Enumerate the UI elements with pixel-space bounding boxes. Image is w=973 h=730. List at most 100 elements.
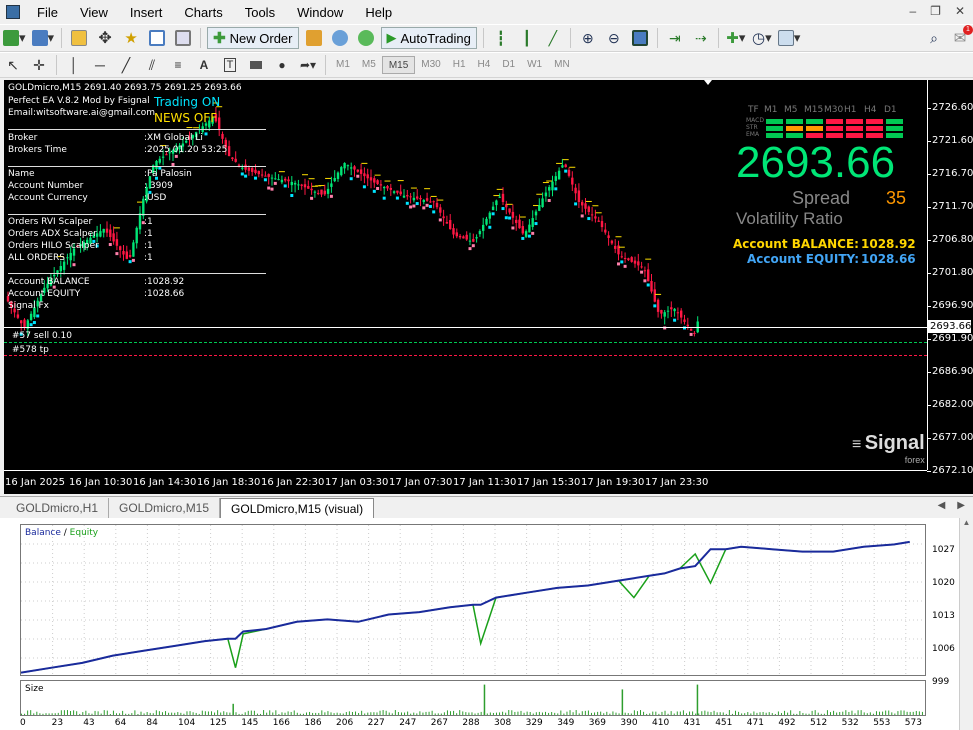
channel-icon[interactable]: ⫽ (141, 54, 163, 76)
size-bar (532, 713, 534, 715)
tab-goldmicro-m15[interactable]: GOLDmicro,M15 (109, 498, 221, 518)
price-axis[interactable]: 2726.60 2721.60 2716.70 2711.70 2706.80 2701.… (926, 80, 973, 476)
size-bar (606, 711, 608, 715)
timeframe-mn[interactable]: MN (548, 56, 576, 74)
candle-body (442, 216, 445, 219)
line-chart-icon[interactable]: ╱ (542, 27, 564, 49)
tab-goldmicro-h1[interactable]: GOLDmicro,H1 (6, 498, 110, 518)
menu-help[interactable]: Help (354, 5, 403, 20)
tp-line[interactable] (4, 342, 927, 343)
sl-line[interactable] (4, 355, 927, 356)
community-icon[interactable] (355, 27, 377, 49)
profiles-icon[interactable]: ▾ (31, 27, 56, 49)
bar-chart-icon[interactable]: ┇ (490, 27, 512, 49)
candle-body (303, 184, 307, 188)
signals-icon[interactable] (329, 27, 351, 49)
fibonacci-icon[interactable]: ≡ (167, 54, 189, 76)
new-order-button[interactable]: ✚ New Order (207, 27, 299, 49)
size-bar (73, 710, 75, 715)
ellipse-icon[interactable]: ● (271, 54, 293, 76)
zoom-out-icon[interactable]: ⊖ (603, 27, 625, 49)
timeframe-h1[interactable]: H1 (447, 56, 472, 74)
chart-shift-marker[interactable] (704, 80, 712, 85)
menu-file[interactable]: File (26, 5, 69, 20)
size-bar (689, 711, 691, 715)
candle-body (16, 314, 20, 318)
minimize-icon[interactable]: – (909, 4, 916, 18)
size-bar (223, 711, 225, 715)
price-tick-label: 2686.90 (926, 366, 973, 377)
report-x-label: 573 (904, 718, 922, 728)
periods-icon[interactable]: ◷ ▾ (751, 27, 773, 49)
restore-icon[interactable]: ❐ (930, 4, 941, 18)
timeframe-m30[interactable]: M30 (415, 56, 446, 74)
tab-scroll-left-icon[interactable]: ◀ (938, 500, 946, 511)
rectangle-icon[interactable] (245, 54, 267, 76)
size-bar (915, 710, 917, 715)
candle-body (241, 167, 244, 169)
size-bar (97, 711, 99, 715)
menu-window[interactable]: Window (286, 5, 354, 20)
timeframe-m1[interactable]: M1 (330, 56, 356, 74)
size-bar (918, 711, 920, 715)
order-line[interactable] (4, 327, 927, 328)
text-icon[interactable]: A (193, 54, 215, 76)
report-scrollbar[interactable]: ▲ (959, 518, 973, 730)
size-bar (891, 712, 893, 715)
size-bar (39, 713, 41, 715)
size-bar (817, 712, 819, 715)
candle-body (267, 174, 270, 177)
templates-icon[interactable]: ▾ (777, 27, 802, 49)
chat-icon[interactable]: ✉ 1 (949, 25, 973, 49)
navigator-icon[interactable]: ★ (120, 27, 142, 49)
timeframe-h4[interactable]: H4 (472, 56, 497, 74)
timeframe-d1[interactable]: D1 (496, 56, 521, 74)
text-label-icon[interactable]: T (219, 54, 241, 76)
price-chart[interactable]: GOLDmicro,M15 2691.40 2693.75 2691.25 26… (4, 80, 973, 494)
size-bar (177, 712, 179, 715)
indicators-icon[interactable]: ✚ ▾ (725, 27, 747, 49)
search-icon[interactable]: ⌕ (923, 27, 945, 49)
timeframe-w1[interactable]: W1 (521, 56, 548, 74)
autoscroll-icon[interactable]: ⇢ (690, 27, 712, 49)
menu-tools[interactable]: Tools (234, 5, 286, 20)
trendline-icon[interactable]: ╱ (115, 54, 137, 76)
menu-view[interactable]: View (69, 5, 119, 20)
cursor-icon[interactable]: ↖ (2, 54, 24, 76)
menu-charts[interactable]: Charts (173, 5, 233, 20)
horizontal-line-icon[interactable]: ─ (89, 54, 111, 76)
close-icon[interactable]: ✕ (955, 4, 965, 18)
report-x-label: 410 (652, 718, 670, 728)
size-bar (275, 710, 277, 715)
candle-body (399, 191, 402, 195)
time-axis[interactable]: 16 Jan 2025 16 Jan 10:30 16 Jan 14:30 16 Ja… (4, 470, 927, 494)
autotrading-button[interactable]: ▶ AutoTrading (380, 27, 477, 49)
timeframe-m15[interactable]: M15 (381, 56, 416, 74)
timeframe-m5[interactable]: M5 (356, 56, 382, 74)
vertical-line-icon[interactable]: │ (63, 54, 85, 76)
new-chart-icon[interactable]: ▾ (2, 27, 27, 49)
tab-scroll-right-icon[interactable]: ▶ (957, 500, 965, 511)
time-tick-label: 17 Jan 19:30 (581, 477, 645, 488)
candlestick-icon[interactable]: ┃ (516, 27, 538, 49)
size-bar (701, 711, 703, 715)
menu-insert[interactable]: Insert (119, 5, 174, 20)
terminal-icon[interactable] (146, 27, 168, 49)
size-bar (339, 713, 341, 715)
zoom-in-icon[interactable]: ⊕ (577, 27, 599, 49)
tab-goldmicro-m15-visual[interactable]: GOLDmicro,M15 (visual) (220, 498, 375, 518)
crosshair-icon[interactable]: ✛ (28, 54, 50, 76)
candle-body (594, 216, 597, 219)
data-window-icon[interactable]: ✥ (94, 27, 116, 49)
arrows-icon[interactable]: ➦▾ (297, 54, 319, 76)
strategy-tester-icon[interactable] (172, 27, 194, 49)
chart-shift-icon[interactable]: ⇥ (664, 27, 686, 49)
candle-body (105, 228, 109, 233)
tile-windows-icon[interactable] (629, 27, 651, 49)
metaeditor-icon[interactable] (303, 27, 325, 49)
market-watch-icon[interactable] (68, 27, 90, 49)
scroll-up-icon[interactable]: ▲ (960, 518, 973, 527)
candle-body (462, 236, 465, 239)
size-bar (155, 710, 157, 715)
candle-body (488, 212, 491, 219)
